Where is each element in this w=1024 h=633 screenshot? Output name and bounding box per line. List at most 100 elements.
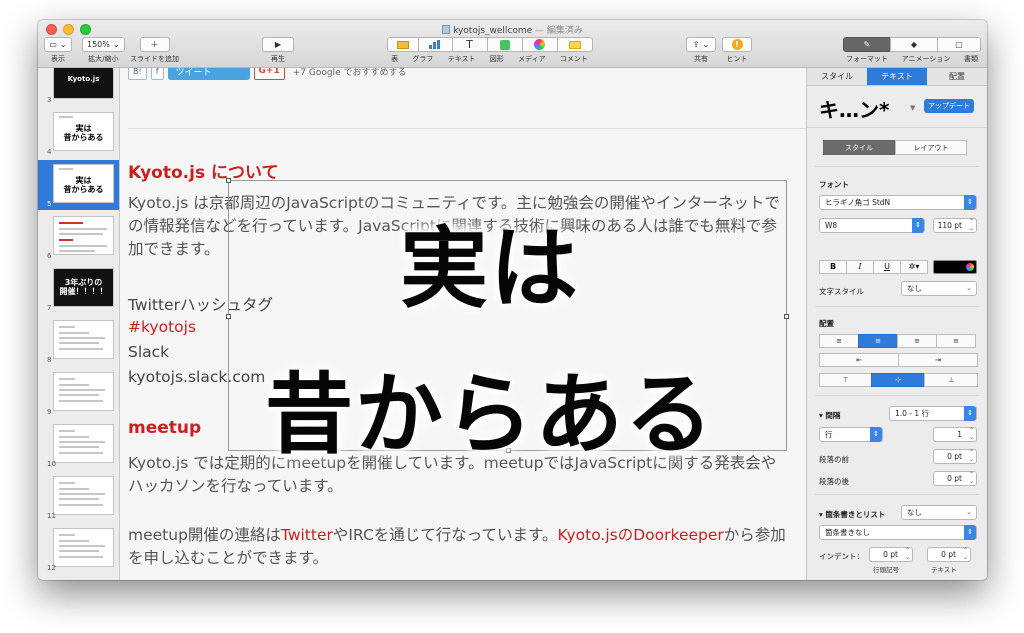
text-options-button[interactable]: ✲▾ — [900, 260, 928, 274]
resize-handle[interactable] — [506, 448, 511, 453]
line-spacing-stepper[interactable]: 1 — [933, 427, 977, 442]
tab-style[interactable]: スタイル — [807, 68, 867, 85]
align-bottom-button[interactable]: ⊥ — [924, 373, 978, 387]
thumb-line — [59, 222, 83, 224]
doorkeeper-link: Kyoto.jsのDoorkeeper — [557, 526, 724, 544]
slide-thumb-10[interactable]: 10 — [38, 420, 119, 470]
slide-thumb-3[interactable]: Kyoto.js 3 — [38, 68, 119, 106]
hatena-button: B! — [128, 68, 147, 80]
hint-button[interactable]: ! — [722, 37, 752, 52]
media-button[interactable] — [521, 37, 558, 52]
tab-text[interactable]: テキスト — [867, 68, 927, 85]
bullet-style-value: 箇条書きなし — [825, 528, 870, 537]
bullets-popup[interactable]: なし ⌄ — [901, 505, 977, 520]
bullet-indent-stepper[interactable]: 0 pt — [869, 547, 913, 562]
text-indent-stepper[interactable]: 0 pt — [927, 547, 971, 562]
tab-arrange[interactable]: 配置 — [927, 68, 987, 85]
underline-button[interactable]: U — [873, 260, 901, 274]
slide-thumb-6[interactable]: 6 — [38, 212, 119, 262]
slide-thumb-7[interactable]: 3年ぶりの 開催！！！！ 7 — [38, 264, 119, 314]
facebook-button: f — [150, 68, 164, 80]
current-slide[interactable]: B! f ツイート G+1 +7 Google でおすすめする Kyoto.js… — [120, 68, 806, 580]
before-paragraph-stepper[interactable]: 0 pt — [933, 449, 977, 464]
comment-button[interactable] — [556, 37, 593, 52]
document-button[interactable]: ▢ — [937, 37, 981, 52]
share-button[interactable]: ⇪ ⌄ — [686, 37, 716, 52]
thumb-line — [59, 245, 107, 247]
bold-button[interactable]: B — [819, 260, 847, 274]
slide-thumb-8[interactable]: 8 — [38, 316, 119, 366]
text-color-well[interactable] — [933, 260, 977, 274]
text-label: テキスト — [447, 55, 476, 63]
share-buttons-image: B! f ツイート G+1 +7 Google でおすすめする — [128, 68, 406, 80]
resize-handle[interactable] — [226, 314, 231, 319]
document-title: kyotojs_wellcome — 編集済み — [38, 23, 987, 36]
spacing-popup[interactable]: 1.0 - 1 行 ⇕ — [889, 406, 977, 421]
paragraph-style-selector[interactable]: キ…ン* ▼ アップデート — [807, 86, 987, 128]
divider — [815, 306, 979, 307]
bullet-style-popup[interactable]: 箇条書きなし ⇕ — [819, 525, 977, 540]
resize-handle[interactable] — [784, 314, 789, 319]
alignment-section-label: 配置 — [819, 319, 834, 328]
text-button[interactable]: T — [451, 37, 488, 52]
update-style-button[interactable]: アップデート — [924, 99, 974, 113]
line-unit-popup[interactable]: 行 ⇕ — [819, 427, 883, 442]
align-center-button[interactable]: ≡ — [858, 334, 898, 348]
meetup-heading: meetup — [128, 418, 202, 438]
justify-button[interactable]: ≡ — [936, 334, 976, 348]
animate-button[interactable]: ◆ — [890, 37, 938, 52]
chevron-down-icon[interactable]: ▼ — [910, 104, 915, 112]
italic-button[interactable]: I — [846, 260, 874, 274]
font-weight-popup[interactable]: W8 ⇕ — [819, 218, 925, 233]
align-middle-button[interactable]: ⊹ — [871, 373, 925, 387]
subtab-style[interactable]: スタイル — [823, 140, 895, 155]
slide-thumb-12[interactable]: 12 — [38, 524, 119, 574]
align-right-button[interactable]: ≡ — [897, 334, 937, 348]
slide-thumb-5[interactable]: 実は 昔からある 5 — [38, 160, 119, 210]
insert-labels: 表 グラフ テキスト 図形 メディア コメント — [384, 52, 595, 64]
align-top-button[interactable]: ⊤ — [819, 373, 872, 387]
font-family-popup[interactable]: ヒラギノ角ゴ StdN ⇕ — [819, 195, 977, 210]
subtab-layout[interactable]: レイアウト — [895, 140, 967, 155]
char-style-popup[interactable]: なし ⌄ — [901, 281, 977, 296]
format-button[interactable]: ✎ — [843, 37, 891, 52]
shape-button[interactable] — [486, 37, 523, 52]
keynote-doc-icon — [442, 25, 451, 34]
slide-thumb-11[interactable]: 11 — [38, 472, 119, 522]
add-slide-button[interactable]: ＋ — [139, 37, 170, 52]
selected-text-box[interactable] — [226, 178, 789, 453]
plus-icon: ＋ — [150, 40, 159, 49]
document-name: kyotojs_wellcome — [453, 26, 533, 36]
add-slide-group: ＋ スライドを追加 — [130, 37, 179, 64]
share-icon: ⇪ — [692, 40, 700, 49]
insert-segment: T — [386, 37, 593, 52]
format-inspector: スタイル テキスト 配置 キ…ン* ▼ アップデート スタイル レイアウト フォ… — [806, 68, 987, 580]
zoom-popup[interactable]: 150% ⌄ — [82, 37, 125, 52]
table-button[interactable] — [386, 37, 419, 52]
bullets-value: なし — [907, 508, 922, 517]
slide-canvas[interactable]: B! f ツイート G+1 +7 Google でおすすめする Kyoto.js… — [120, 68, 806, 580]
inspector-tabs: スタイル テキスト 配置 — [807, 68, 987, 86]
align-left-button[interactable]: ≡ — [819, 334, 859, 348]
decrease-indent-button[interactable]: ⇤ — [819, 353, 899, 367]
bullets-label: 箇条書きとリスト — [825, 510, 886, 519]
slide-thumb-9[interactable]: 9 — [38, 368, 119, 418]
play-button[interactable]: ▶ — [262, 37, 294, 52]
thumb-title: 実は 昔からある — [63, 124, 104, 142]
view-button[interactable]: ▭ ⌄ — [44, 37, 72, 52]
slide-thumb-4[interactable]: 実は 昔からある 4 — [38, 108, 119, 158]
divider — [815, 494, 979, 495]
char-style-label: 文字スタイル — [819, 287, 864, 296]
inspector-toggle-group: ✎ ◆ ▢ フォーマット アニメーション 書類 — [842, 37, 982, 64]
bullet-indent-caption: 行頭記号 — [873, 566, 899, 574]
chart-button[interactable] — [417, 37, 453, 52]
after-paragraph-stepper[interactable]: 0 pt — [933, 471, 977, 486]
font-size-stepper[interactable]: 110 pt — [933, 218, 977, 233]
view-label: 表示 — [51, 55, 65, 63]
thumb-title: 3年ぶりの 開催！！！！ — [59, 278, 108, 296]
tips-icon: ! — [731, 39, 743, 50]
slide-thumb-image — [53, 424, 114, 463]
slide-number: 9 — [47, 408, 52, 416]
increase-indent-button[interactable]: ⇥ — [898, 353, 978, 367]
resize-handle[interactable] — [226, 178, 231, 183]
